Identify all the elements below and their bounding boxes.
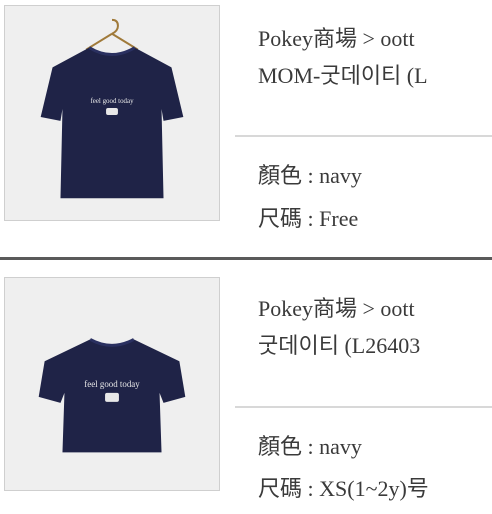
product-image[interactable]: feel good today [4,277,220,491]
divider [235,135,492,137]
size-value: : Free [307,206,359,231]
breadcrumb[interactable]: Pokey商場 > oott [258,295,415,323]
color-option: 顏色 : navy [258,433,362,461]
shirt-print-text: feel good today [90,98,134,105]
cart-item[interactable]: feel good today Pokey商場 > oott MOM-굿데이티 … [0,0,492,257]
color-value: : navy [307,163,362,188]
cart-item[interactable]: feel good today Pokey商場 > oott 굿데이티 (L26… [0,257,492,514]
size-label: 尺碼 [258,476,303,501]
size-option: 尺碼 : XS(1~2y)号 [258,475,429,503]
color-value: : navy [307,434,362,459]
divider [235,406,492,408]
tshirt-adult-image: feel good today [5,6,219,220]
color-option: 顏色 : navy [258,162,362,190]
size-value: : XS(1~2y)号 [307,476,429,501]
size-option: 尺碼 : Free [258,205,358,233]
tshirt-kids-image: feel good today [5,278,219,490]
product-name[interactable]: MOM-굿데이티 (L [258,62,428,90]
breadcrumb[interactable]: Pokey商場 > oott [258,25,415,53]
shirt-print-text: feel good today [84,379,140,389]
product-image[interactable]: feel good today [4,5,220,221]
size-label: 尺碼 [258,206,303,231]
color-label: 顏色 [258,434,303,459]
product-name[interactable]: 굿데이티 (L26403 [258,332,420,360]
color-label: 顏色 [258,163,303,188]
